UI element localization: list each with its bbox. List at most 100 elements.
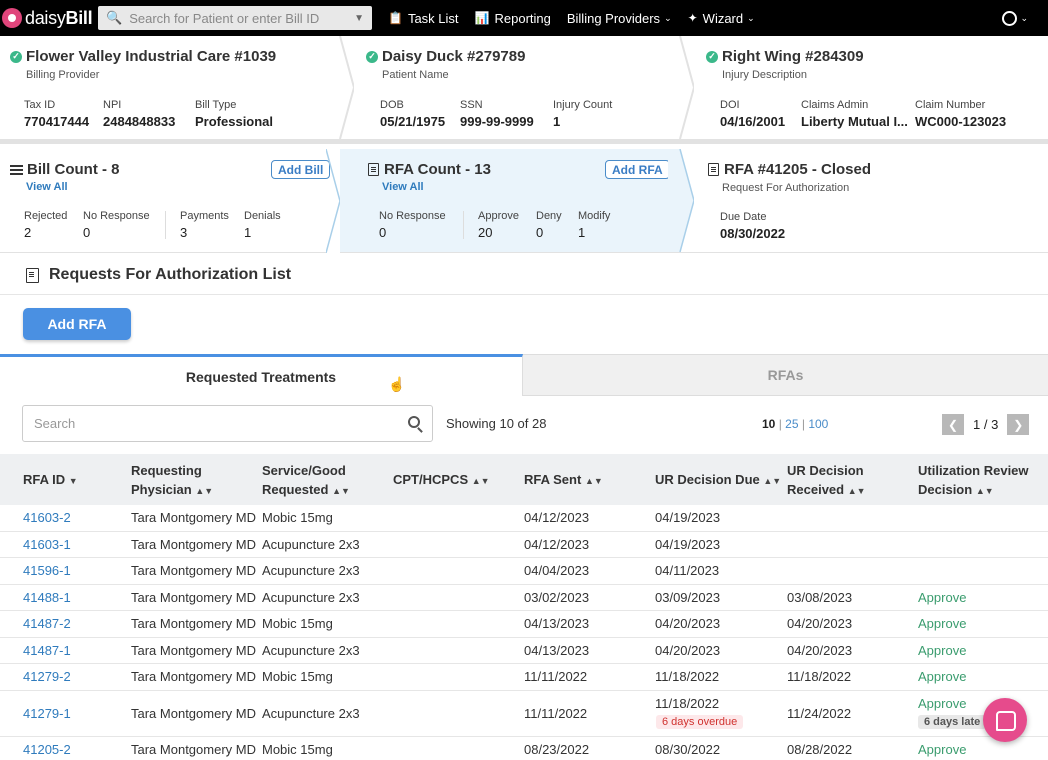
table-row[interactable]: 41596-1 Tara Montgomery MD Acupuncture 2x3… <box>0 558 1048 585</box>
rfa-id-link[interactable]: 41487-1 <box>23 643 71 658</box>
rfa-id-link[interactable]: 41596-1 <box>23 563 71 578</box>
pagination: ❮ 1 / 3 ❯ <box>942 414 1030 435</box>
table-search-input[interactable]: Search <box>22 405 433 442</box>
col-rfa-id[interactable]: RFA ID ▼ <box>23 470 78 491</box>
service-cell: Acupuncture 2x3 <box>262 589 360 605</box>
ur-due-cell: 04/19/2023 <box>655 510 721 525</box>
billing-provider-card[interactable]: ✓ Flower Valley Industrial Care #1039 Bil… <box>0 36 354 139</box>
page-size-100[interactable]: 100 <box>808 417 828 431</box>
nav-reporting[interactable]: 📊 Reporting <box>475 11 551 26</box>
tabs: Requested Treatments RFAs <box>0 354 1048 396</box>
col-ur-decision-due[interactable]: UR Decision Due ▲▼ <box>655 470 781 491</box>
injury-card[interactable]: ✓ Right Wing #284309 Injury Description D… <box>680 36 1048 139</box>
check-circle-icon: ✓ <box>706 50 718 63</box>
modify-field: Modify 1 <box>578 210 611 240</box>
nav-wizard[interactable]: ✦ Wizard ⌄ <box>688 11 755 26</box>
patient-title: Daisy Duck #279789 <box>382 48 526 65</box>
summary-cards-row-1: ✓ Flower Valley Industrial Care #1039 Bil… <box>0 36 1048 144</box>
rfa-id-link[interactable]: 41488-1 <box>23 590 71 605</box>
rfa-view-all-link[interactable]: View All <box>382 181 680 193</box>
nav-billing-providers[interactable]: Billing Providers ⌄ <box>567 11 672 26</box>
col-rfa-sent[interactable]: RFA Sent ▲▼ <box>524 470 603 491</box>
table-row[interactable]: 41488-1 Tara Montgomery MD Acupuncture 2x3… <box>0 585 1048 611</box>
injury-title: Right Wing #284309 <box>722 48 864 65</box>
ur-decision-cell: Approve <box>918 589 967 605</box>
table-row[interactable]: 41487-1 Tara Montgomery MD Acupuncture 2x3… <box>0 638 1048 664</box>
page-size-selector: 10 | 25 | 100 <box>762 417 829 431</box>
add-bill-button[interactable]: Add Bill <box>271 160 331 179</box>
due-date-field: Due Date 08/30/2022 <box>720 211 786 241</box>
prev-page-button[interactable]: ❮ <box>942 414 964 435</box>
tab-requested-treatments[interactable]: Requested Treatments <box>0 354 523 396</box>
rfa-no-response-field: No Response 0 <box>379 210 446 240</box>
rfa-id-link[interactable]: 41603-2 <box>23 510 71 525</box>
rfa-sent-cell: 11/11/2022 <box>524 705 588 721</box>
physician-cell: Tara Montgomery MD <box>131 536 256 552</box>
table-row[interactable]: 41603-2 Tara Montgomery MD Mobic 15mg 04/12… <box>0 505 1048 532</box>
summary-cards-row-2: Bill Count - 8 View All Add Bill Rejecte… <box>0 149 1048 253</box>
rfa-sent-cell: 11/11/2022 <box>524 669 588 684</box>
ur-due-cell: 04/20/2023 <box>655 616 721 631</box>
ur-decision-cell: Approve <box>918 695 967 711</box>
next-page-button[interactable]: ❯ <box>1007 414 1030 435</box>
document-icon <box>708 163 719 176</box>
rfa-id-link[interactable]: 41205-2 <box>23 742 71 757</box>
npi-field: NPI 2484848833 <box>103 99 176 129</box>
table-row[interactable]: 41603-1 Tara Montgomery MD Acupuncture 2x3… <box>0 532 1048 558</box>
rfa-id-link[interactable]: 41279-2 <box>23 669 71 684</box>
page-title: Requests For Authorization List <box>26 266 291 284</box>
sort-desc-icon: ▼ <box>68 476 78 486</box>
magic-wand-icon: ✦ <box>687 11 698 25</box>
claim-number-field: Claim Number WC000-123023 <box>915 99 1007 129</box>
table-row[interactable]: 41487-2 Tara Montgomery MD Mobic 15mg 04/13… <box>0 611 1048 638</box>
service-cell: Acupuncture 2x3 <box>262 705 360 721</box>
patient-card[interactable]: ✓ Daisy Duck #279789 Patient Name DOB 05/2… <box>340 36 694 139</box>
chevron-separator <box>668 149 694 252</box>
claims-admin-field: Claims Admin Liberty Mutual I... <box>801 99 908 129</box>
col-utilization-review-decision[interactable]: Utilization Review Decision ▲▼ <box>918 461 1029 501</box>
col-ur-decision-received[interactable]: UR Decision Received ▲▼ <box>787 461 866 501</box>
nav-task-list[interactable]: 📋 Task List <box>388 11 459 26</box>
add-rfa-card-button[interactable]: Add RFA <box>605 160 670 179</box>
provider-title: Flower Valley Industrial Care #1039 <box>26 48 277 65</box>
chat-launcher-button[interactable] <box>983 698 1027 742</box>
current-rfa-title: RFA #41205 - Closed <box>724 161 872 178</box>
late-badge: 6 days late <box>918 714 987 729</box>
current-rfa-card[interactable]: RFA #41205 - Closed Request For Authoriz… <box>680 149 1048 252</box>
col-cpt-hcpcs[interactable]: CPT/HCPCS ▲▼ <box>393 470 490 491</box>
sort-icon: ▲▼ <box>975 486 994 496</box>
bill-count-card[interactable]: Bill Count - 8 View All Add Bill Rejecte… <box>0 149 340 252</box>
add-rfa-button[interactable]: Add RFA <box>23 308 131 340</box>
col-requesting-physician[interactable]: Requesting Physician ▲▼ <box>131 461 213 501</box>
injury-count-field: Injury Count 1 <box>553 99 613 129</box>
list-icon <box>10 164 23 175</box>
table-row[interactable]: 41279-2 Tara Montgomery MD Mobic 15mg 11/11… <box>0 664 1048 691</box>
chevron-down-icon: ⌄ <box>747 12 755 23</box>
bills-view-all-link[interactable]: View All <box>26 181 340 193</box>
search-icon <box>408 416 420 428</box>
rfa-count-card[interactable]: RFA Count - 13 View All Add RFA No Respo… <box>326 149 694 253</box>
col-service-good[interactable]: Service/Good Requested ▲▼ <box>262 461 350 501</box>
table-row[interactable]: 41205-2 Tara Montgomery MD Mobic 15mg 08/23… <box>0 737 1048 760</box>
user-menu[interactable]: ⌄ <box>1002 10 1028 26</box>
sort-icon: ▲▼ <box>763 476 782 486</box>
ur-received-cell: 08/28/2022 <box>787 741 853 757</box>
user-avatar-icon <box>1002 10 1018 26</box>
rfa-id-link[interactable]: 41279-1 <box>23 706 71 721</box>
table-row[interactable]: 41279-1 Tara Montgomery MD Acupuncture 2x3… <box>0 691 1048 737</box>
physician-cell: Tara Montgomery MD <box>131 589 256 605</box>
search-icon: 🔍 <box>106 10 123 25</box>
rfa-id-link[interactable]: 41603-1 <box>23 537 71 552</box>
rfa-id-link[interactable]: 41487-2 <box>23 616 71 631</box>
payments-field: Payments 3 <box>180 210 229 240</box>
patient-search-input[interactable]: 🔍 Search for Patient or enter Bill ID ▼ <box>98 6 372 30</box>
ur-due-cell: 11/18/2022 <box>655 669 720 684</box>
tab-rfas[interactable]: RFAs <box>523 354 1048 396</box>
ur-received-cell: 04/20/2023 <box>787 642 853 658</box>
page-size-25[interactable]: 25 <box>785 417 798 431</box>
rfa-sent-cell: 04/12/2023 <box>524 536 590 552</box>
ur-due-cell: 04/19/2023 <box>655 536 721 552</box>
sort-icon: ▲▼ <box>332 486 350 496</box>
page-size-10[interactable]: 10 <box>762 417 775 431</box>
daisybill-logo[interactable]: daisyBill <box>0 0 98 36</box>
